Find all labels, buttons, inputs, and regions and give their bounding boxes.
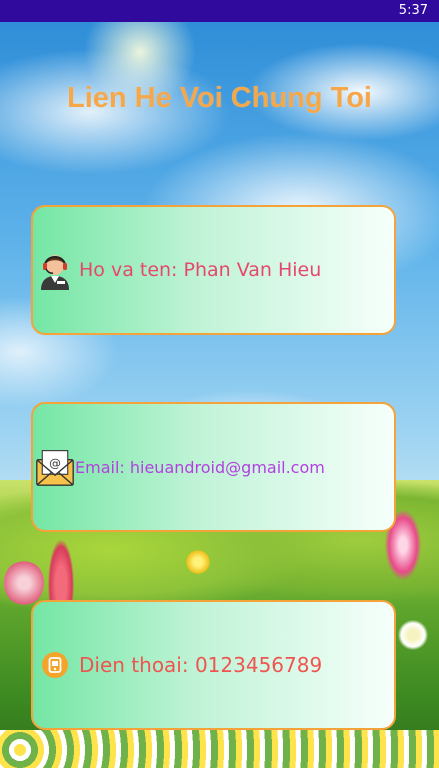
contact-email-text: Email: hieuandroid@gmail.com	[75, 457, 325, 477]
status-clock: 5:37	[398, 3, 428, 18]
contact-card-phone[interactable]: Dien thoai: 0123456789	[31, 600, 396, 730]
app-screen: 5:37 Lien He Voi Chung Toi Ho va ten: Ph…	[0, 0, 439, 768]
contact-card-name[interactable]: Ho va ten: Phan Van Hieu	[31, 205, 396, 335]
flower-decoration	[4, 560, 44, 606]
envelope-email-icon: @	[35, 447, 75, 487]
flower-decoration	[398, 620, 428, 650]
support-agent-icon	[35, 250, 75, 290]
page-title: Lien He Voi Chung Toi	[66, 82, 372, 114]
phone-icon	[35, 645, 75, 685]
contact-card-email[interactable]: @ Email: hieuandroid@gmail.com	[31, 402, 396, 532]
svg-text:@: @	[49, 456, 61, 470]
flower-decoration	[186, 550, 210, 574]
status-bar: 5:37	[0, 0, 439, 22]
contact-phone-text: Dien thoai: 0123456789	[79, 653, 323, 677]
contact-name-text: Ho va ten: Phan Van Hieu	[79, 259, 322, 281]
flower-border-decoration	[0, 730, 439, 768]
